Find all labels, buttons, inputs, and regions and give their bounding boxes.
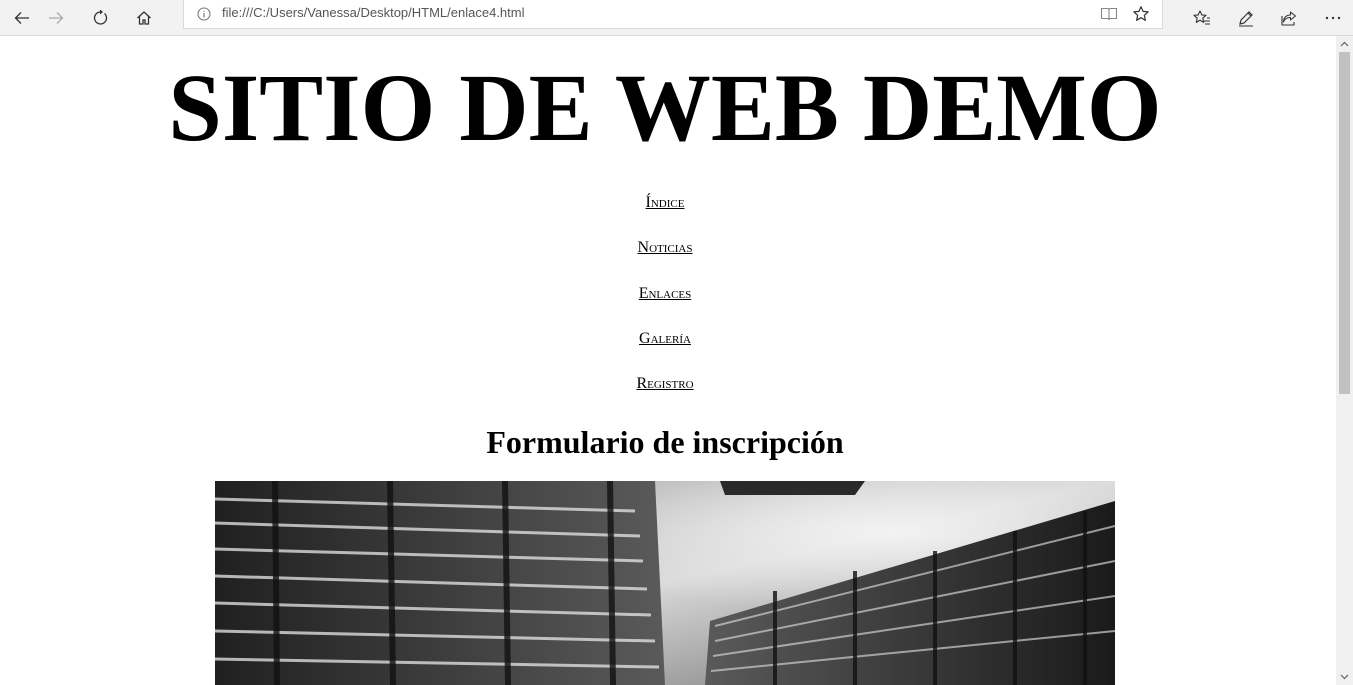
section-title: Formulario de inscripción [486, 424, 844, 460]
refresh-button[interactable] [78, 0, 122, 35]
pen-icon [1239, 10, 1253, 26]
forward-button[interactable] [34, 0, 78, 35]
address-bar[interactable]: file:///C:/Users/Vanessa/Desktop/HTML/en… [183, 0, 1163, 29]
browser-toolbar: file:///C:/Users/Vanessa/Desktop/HTML/en… [0, 0, 1353, 36]
favorites-button[interactable] [1180, 0, 1224, 35]
nav-item-registro: Registro [0, 372, 1330, 417]
nav-link-galeria[interactable]: Galería [639, 330, 691, 347]
nav-link-noticias[interactable]: Noticias [638, 239, 693, 256]
scroll-up-arrow[interactable] [1336, 37, 1353, 51]
scrollbar-thumb[interactable] [1339, 52, 1350, 394]
scroll-down-arrow[interactable] [1336, 670, 1353, 684]
more-icon [1325, 16, 1341, 19]
star-icon[interactable] [1130, 3, 1152, 25]
pen-button[interactable] [1224, 0, 1268, 35]
nav-item-noticias: Noticias [0, 236, 1330, 281]
nav-link-registro[interactable]: Registro [636, 375, 693, 392]
reading-view-icon[interactable] [1098, 3, 1120, 25]
url-text[interactable]: file:///C:/Users/Vanessa/Desktop/HTML/en… [222, 5, 525, 20]
share-icon [1281, 10, 1297, 26]
hero-image [215, 481, 1115, 685]
home-icon [137, 10, 151, 25]
home-button[interactable] [122, 0, 166, 35]
nav-link-indice[interactable]: Índice [646, 194, 685, 211]
more-button[interactable] [1311, 0, 1353, 35]
refresh-icon [93, 9, 108, 25]
share-button[interactable] [1267, 0, 1311, 35]
favorites-icon [1193, 9, 1210, 25]
forward-arrow-icon [49, 11, 64, 24]
vertical-scrollbar[interactable] [1336, 36, 1353, 685]
chevron-down-icon [1340, 674, 1349, 680]
back-arrow-icon [14, 11, 29, 24]
info-icon[interactable] [196, 6, 212, 22]
site-title: SITIO DE WEB DEMO [168, 54, 1162, 161]
nav-item-enlaces: Enlaces [0, 282, 1330, 327]
main-nav: Índice Noticias Enlaces Galería Registro [0, 191, 1330, 417]
nav-link-enlaces[interactable]: Enlaces [639, 285, 692, 302]
nav-item-galeria: Galería [0, 327, 1330, 372]
page-viewport: SITIO DE WEB DEMO Índice Noticias Enlace… [0, 36, 1336, 685]
chevron-up-icon [1340, 41, 1349, 47]
nav-item-indice: Índice [0, 191, 1330, 236]
